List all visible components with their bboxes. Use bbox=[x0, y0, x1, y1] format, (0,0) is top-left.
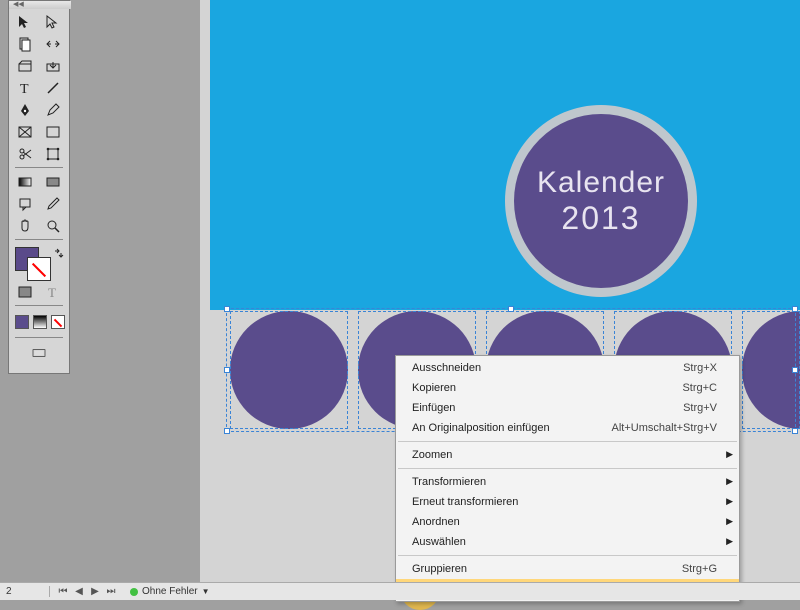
gap-tool[interactable] bbox=[39, 33, 67, 55]
context-menu: AusschneidenStrg+X KopierenStrg+C Einfüg… bbox=[395, 355, 740, 602]
submenu-arrow-icon: ▶ bbox=[726, 449, 733, 460]
scissors-tool[interactable] bbox=[11, 143, 39, 165]
badge-line2: 2013 bbox=[561, 200, 640, 237]
tool-grid: T bbox=[9, 9, 69, 245]
page-tool[interactable] bbox=[11, 33, 39, 55]
apply-swatches bbox=[15, 315, 69, 329]
toolbox-panel: ◀◀ T bbox=[8, 0, 70, 374]
ctx-select[interactable]: Auswählen▶ bbox=[396, 532, 739, 552]
separator bbox=[11, 237, 67, 243]
apply-none[interactable] bbox=[51, 315, 65, 329]
preflight-status[interactable]: Ohne Fehler ▼ bbox=[124, 586, 216, 597]
status-dot-icon bbox=[130, 588, 138, 596]
separator bbox=[398, 468, 737, 469]
gradient-swatch-tool[interactable] bbox=[11, 171, 39, 193]
submenu-arrow-icon: ▶ bbox=[726, 516, 733, 527]
badge-line1: Kalender bbox=[537, 166, 665, 200]
left-panel: ◀◀ T bbox=[0, 0, 200, 600]
sky-rect bbox=[210, 0, 800, 310]
ctx-cut[interactable]: AusschneidenStrg+X bbox=[396, 358, 739, 378]
svg-text:T: T bbox=[48, 285, 56, 300]
formatting-container-tool[interactable] bbox=[11, 281, 39, 303]
line-tool[interactable] bbox=[39, 77, 67, 99]
content-collector-tool[interactable] bbox=[11, 55, 39, 77]
zoom-tool[interactable] bbox=[39, 215, 67, 237]
first-page-button[interactable]: ⏮ bbox=[56, 586, 70, 598]
rectangle-tool[interactable] bbox=[39, 121, 67, 143]
separator bbox=[11, 165, 67, 171]
object-selection bbox=[230, 311, 348, 429]
pen-tool[interactable] bbox=[11, 99, 39, 121]
rectangle-frame-tool[interactable] bbox=[11, 121, 39, 143]
view-mode-tool[interactable] bbox=[11, 341, 67, 365]
formatting-text-tool[interactable]: T bbox=[39, 281, 67, 303]
apply-color[interactable] bbox=[15, 315, 29, 329]
svg-text:T: T bbox=[20, 82, 29, 96]
ctx-paste-in-place[interactable]: An Originalposition einfügenAlt+Umschalt… bbox=[396, 418, 739, 438]
title-badge-inner: Kalender 2013 bbox=[514, 114, 688, 288]
separator bbox=[398, 555, 737, 556]
ctx-arrange[interactable]: Anordnen▶ bbox=[396, 512, 739, 532]
title-badge[interactable]: Kalender 2013 bbox=[505, 105, 697, 297]
content-placer-tool[interactable] bbox=[39, 55, 67, 77]
ctx-copy[interactable]: KopierenStrg+C bbox=[396, 378, 739, 398]
submenu-arrow-icon: ▶ bbox=[726, 536, 733, 547]
stroke-swatch[interactable] bbox=[27, 257, 51, 281]
type-tool[interactable]: T bbox=[11, 77, 39, 99]
next-page-button[interactable]: ▶ bbox=[88, 586, 102, 598]
selection-tool[interactable] bbox=[11, 11, 39, 33]
toolbox-handle[interactable]: ◀◀ bbox=[9, 1, 71, 9]
ctx-transform-again[interactable]: Erneut transformieren▶ bbox=[396, 492, 739, 512]
dropdown-arrow-icon: ▼ bbox=[202, 587, 210, 596]
apply-gradient[interactable] bbox=[33, 315, 47, 329]
separator bbox=[11, 335, 67, 341]
ctx-zoom[interactable]: Zoomen▶ bbox=[396, 445, 739, 465]
separator bbox=[11, 303, 67, 309]
fill-stroke-swatch[interactable] bbox=[11, 245, 67, 279]
ctx-paste[interactable]: EinfügenStrg+V bbox=[396, 398, 739, 418]
object-selection bbox=[742, 311, 800, 429]
prev-page-button[interactable]: ◀ bbox=[72, 586, 86, 598]
submenu-arrow-icon: ▶ bbox=[726, 476, 733, 487]
page-number-field[interactable]: 2 bbox=[0, 586, 50, 597]
separator bbox=[398, 441, 737, 442]
status-bar: 2 ⏮ ◀ ▶ ⏭ Ohne Fehler ▼ bbox=[0, 582, 800, 600]
swap-fill-stroke-icon[interactable] bbox=[53, 247, 65, 259]
gradient-feather-tool[interactable] bbox=[39, 171, 67, 193]
eyedropper-tool[interactable] bbox=[39, 193, 67, 215]
preflight-label: Ohne Fehler bbox=[142, 586, 198, 597]
last-page-button[interactable]: ⏭ bbox=[104, 586, 118, 598]
free-transform-tool[interactable] bbox=[39, 143, 67, 165]
ctx-group[interactable]: GruppierenStrg+G bbox=[396, 559, 739, 579]
direct-selection-tool[interactable] bbox=[39, 11, 67, 33]
hand-tool[interactable] bbox=[11, 215, 39, 237]
note-tool[interactable] bbox=[11, 193, 39, 215]
submenu-arrow-icon: ▶ bbox=[726, 496, 733, 507]
pencil-tool[interactable] bbox=[39, 99, 67, 121]
ctx-transform[interactable]: Transformieren▶ bbox=[396, 472, 739, 492]
